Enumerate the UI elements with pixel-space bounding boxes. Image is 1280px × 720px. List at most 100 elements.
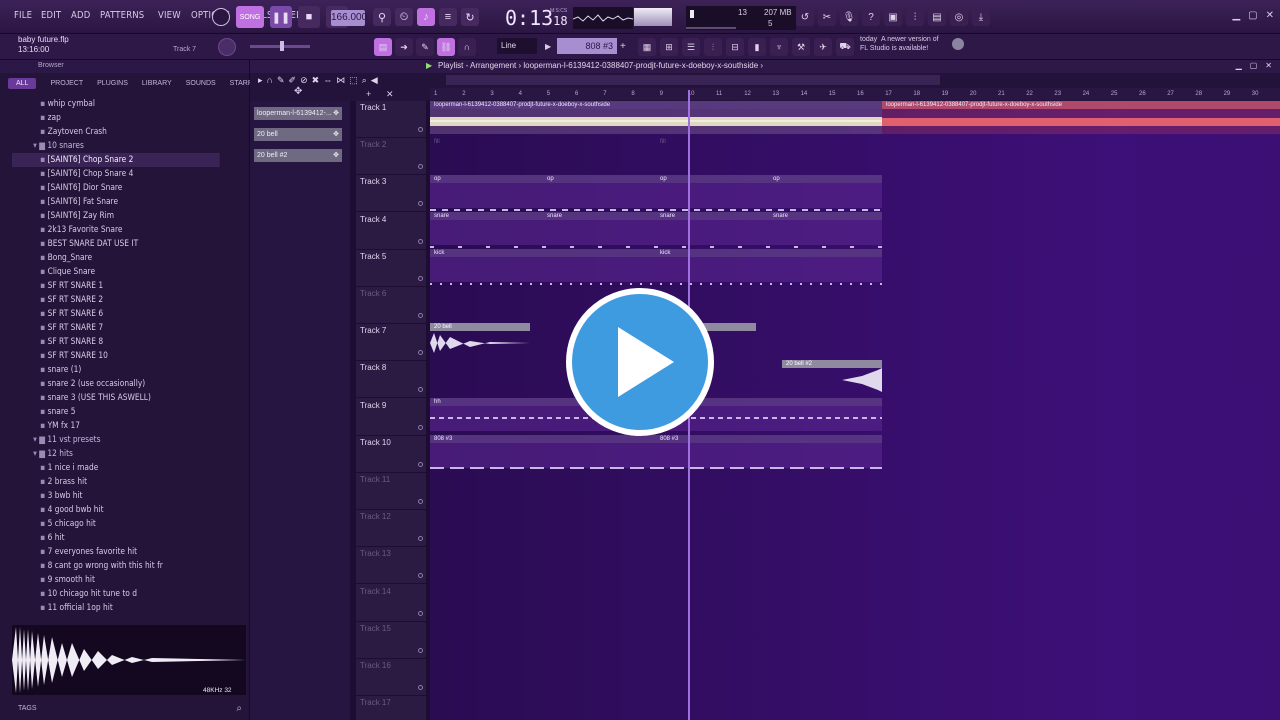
pattern-clip-op[interactable]: op [430, 175, 543, 208]
browser-item[interactable]: ▪ SF RT SNARE 6 [12, 307, 220, 321]
pattern-clip-fill[interactable]: fill [430, 138, 656, 171]
horizontal-scrollbar[interactable] [446, 75, 940, 85]
browser-item[interactable]: ▪ [SAINT6] Fat Snare [12, 195, 220, 209]
track-header[interactable]: Track 13 [356, 547, 426, 585]
track-mute-led[interactable] [418, 387, 423, 393]
browser-item[interactable]: ▪ YM fx 17 [12, 419, 220, 433]
wait-input-icon[interactable]: ⏲ [395, 8, 413, 26]
help-icon[interactable]: ? [862, 8, 880, 26]
download-icon[interactable]: ⤓ [972, 8, 990, 26]
browser-item[interactable]: ▪ [SAINT6] Chop Snare 2 [12, 153, 220, 167]
track-mute-led[interactable] [418, 313, 423, 318]
pattern-clip-loop[interactable]: looperman-l-6139412-... ✥ [254, 107, 342, 120]
sample-preview[interactable] [12, 625, 246, 695]
browser-item[interactable]: ▪ whip cymbal [12, 97, 220, 111]
pattern-arrow-icon[interactable]: ▶ [545, 42, 551, 51]
song-mode-button[interactable]: SONG [236, 6, 264, 28]
browser-item[interactable]: ▪ 3 bwb hit [12, 489, 220, 503]
browser-item[interactable]: ▪ snare 5 [12, 405, 220, 419]
track-header[interactable]: Track 5 [356, 250, 426, 287]
stop-button[interactable]: ■ [298, 6, 320, 28]
track-mute-led[interactable] [418, 350, 423, 356]
track-header[interactable]: Track 1 [356, 101, 426, 138]
menu-edit[interactable]: EDIT [41, 10, 61, 21]
slice-tool-icon[interactable]: ⋈ [336, 75, 345, 86]
browser-item[interactable]: ▪ [SAINT6] Chop Snare 4 [12, 167, 220, 181]
slider-handle[interactable] [280, 41, 284, 51]
channel-rack-icon[interactable]: ▤ [928, 8, 946, 26]
track-header[interactable]: Track 11 [356, 473, 426, 510]
track-header[interactable]: Track 16 [356, 659, 426, 696]
browser-toggle-icon[interactable]: ⊟ [726, 38, 744, 56]
close-icon[interactable]: ✕ [1266, 10, 1274, 21]
tab-sounds[interactable]: SOUNDS [186, 80, 216, 87]
pattern-move-icon[interactable]: ✥ [333, 149, 339, 162]
playlist-close-icon[interactable]: ✕ [1265, 61, 1272, 70]
pattern-clip-bell[interactable]: 20 bell ✥ [254, 128, 342, 141]
globe-icon[interactable] [952, 38, 964, 50]
master-volume-knob[interactable] [218, 38, 236, 56]
add-track-icon[interactable]: + [366, 89, 371, 99]
move-icon[interactable]: ✥ [294, 86, 302, 97]
tab-library[interactable]: LIBRARY [142, 80, 172, 87]
microphone-icon[interactable]: 🎙 [840, 8, 858, 26]
audio-clip-loop[interactable]: looperman-l-6139412-0388407-prodjt-futur… [430, 101, 882, 134]
browser-item[interactable]: ▪ 10 chicago hit tune to d [12, 587, 220, 601]
browser-item[interactable]: ▪ [SAINT6] Zay Rim [12, 209, 220, 223]
track-mute-led[interactable] [418, 536, 423, 542]
browser-folder[interactable]: ▾ ▆ 10 snares [12, 139, 220, 153]
track-mute-led[interactable] [418, 499, 423, 504]
chat-icon[interactable]: ◎ [950, 8, 968, 26]
playlist-minimize-icon[interactable]: ▁ [1236, 61, 1242, 70]
maximize-icon[interactable]: ▢ [1248, 10, 1257, 21]
pattern-clip-snare[interactable]: snare [769, 212, 882, 245]
options-arrow-icon[interactable]: ▸ [258, 75, 263, 86]
mute-tool-icon[interactable]: ✖ [312, 75, 320, 86]
minimize-icon[interactable]: ▁ [1232, 10, 1240, 21]
menu-view[interactable]: VIEW [158, 10, 181, 21]
audio-clip-bell[interactable]: 20 bell [430, 323, 530, 356]
magnet-icon[interactable]: ∩ [458, 38, 476, 56]
arrow-icon[interactable]: ➜ [395, 38, 413, 56]
pattern-clip-808[interactable]: 808 #3 [430, 435, 656, 468]
track-mute-led[interactable] [418, 424, 423, 430]
menu-file[interactable]: FILE [14, 10, 32, 21]
pattern-clip-op[interactable]: op [769, 175, 882, 208]
browser-item[interactable]: ▪ SF RT SNARE 1 [12, 279, 220, 293]
track-mute-led[interactable] [418, 461, 423, 467]
browser-folder[interactable]: ▾ ▆ 11 vst presets [12, 433, 220, 447]
browser-item[interactable]: ▪ Zaytoven Crash [12, 125, 220, 139]
track-mute-led[interactable] [418, 201, 423, 207]
browser-item[interactable]: ▪ 11 official 1op hit [12, 601, 220, 615]
track-header[interactable]: Track 4 [356, 213, 426, 250]
news-panel[interactable]: today A newer version of FL Studio is av… [860, 35, 960, 53]
countdown-icon[interactable]: ♪ [417, 8, 435, 26]
browser-item[interactable]: ▪ SF RT SNARE 10 [12, 349, 220, 363]
plugin-icon[interactable]: ▮ [748, 38, 766, 56]
piano-roll-icon[interactable]: ⊞ [660, 38, 678, 56]
browser-item[interactable]: ▪ snare 3 (USE THIS ASWELL) [12, 391, 220, 405]
browser-folder[interactable]: ▾ ▆ 12 hits [12, 447, 220, 461]
track-mute-led[interactable] [418, 164, 423, 170]
plugin-picker-icon[interactable]: ✂ [818, 8, 836, 26]
browser-item[interactable]: ▪ 5 chicago hit [12, 517, 220, 531]
browser-item[interactable]: ▪ 6 hit [12, 531, 220, 545]
audio-clip-bell2[interactable]: 20 bell #2 [782, 360, 882, 393]
browser-item[interactable]: ▪ SF RT SNARE 7 [12, 321, 220, 335]
track-header[interactable]: Track 10 [356, 436, 426, 473]
blend-notes-icon[interactable]: ≡ [439, 8, 457, 26]
track-mute-led[interactable] [418, 238, 423, 244]
paint-tool-icon[interactable]: ✐ [289, 75, 297, 86]
track-header[interactable]: Track 12 [356, 510, 426, 548]
track-mute-led[interactable] [418, 647, 423, 653]
pattern-clip-kick[interactable]: kick [430, 249, 656, 282]
browser-item[interactable]: ▪ 7 everyones favorite hit [12, 545, 220, 559]
save-icon[interactable]: ▣ [884, 8, 902, 26]
undo-history-icon[interactable]: ↺ [796, 8, 814, 26]
touch-icon[interactable]: ♆ [770, 38, 788, 56]
pause-button[interactable]: ❚❚ [270, 6, 292, 28]
pattern-clip-bell2[interactable]: 20 bell #2 ✥ [254, 149, 342, 162]
browser-item[interactable]: ▪ snare (1) [12, 363, 220, 377]
remove-track-icon[interactable]: ✕ [386, 89, 394, 100]
tab-all[interactable]: ALL [8, 77, 37, 89]
